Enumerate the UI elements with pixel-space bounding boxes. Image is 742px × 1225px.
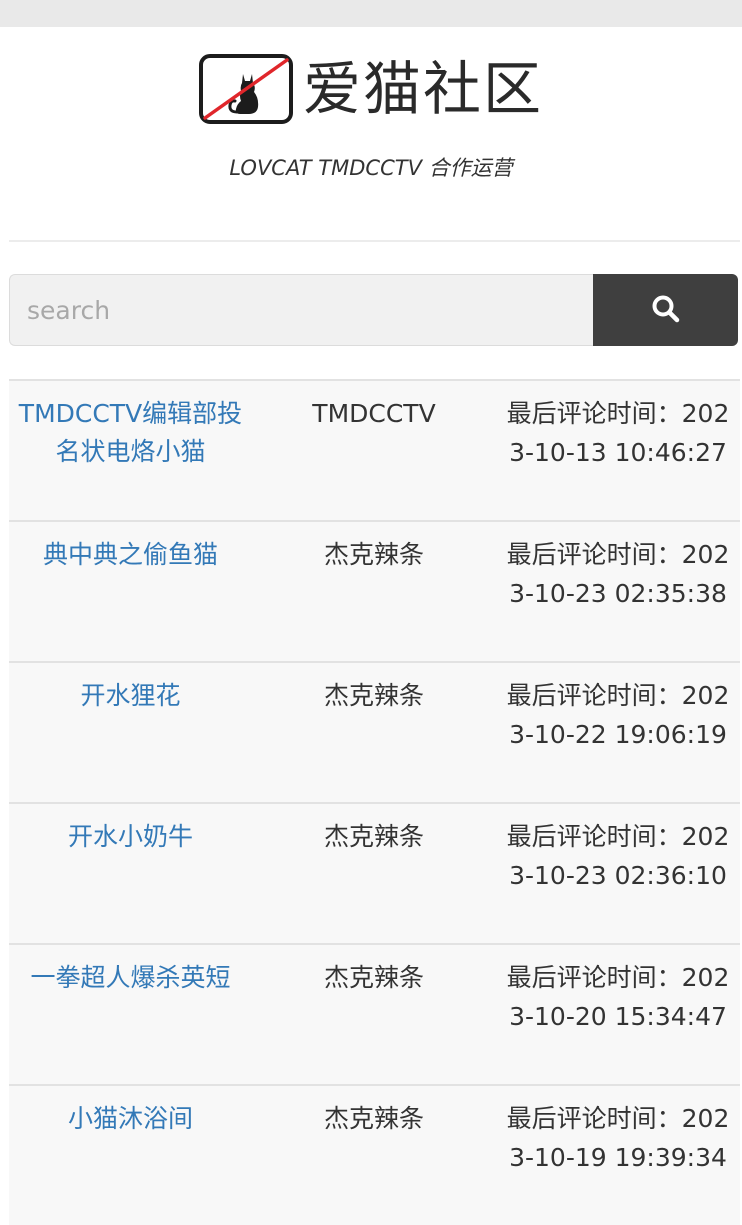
- table-row: 一拳超人爆杀英短 杰克辣条 最后评论时间：2023-10-20 15:34:47: [9, 943, 740, 1084]
- post-last-comment-time: 最后评论时间：2023-10-23 02:35:38: [506, 540, 730, 608]
- search-input[interactable]: [9, 274, 593, 346]
- post-last-comment-time: 最后评论时间：2023-10-22 19:06:19: [506, 681, 730, 749]
- table-row: 典中典之偷鱼猫 杰克辣条 最后评论时间：2023-10-23 02:35:38: [9, 520, 740, 661]
- site-name: 爱猫社区: [302, 55, 543, 123]
- post-author: 杰克辣条: [323, 1104, 424, 1133]
- post-last-comment-time: 最后评论时间：2023-10-19 19:39:34: [506, 1104, 730, 1172]
- post-author: TMDCCTV: [312, 399, 436, 428]
- header-divider: [9, 240, 740, 242]
- site-logo[interactable]: 爱猫社区: [0, 49, 742, 129]
- search-bar: [9, 274, 738, 346]
- site-tagline: LOVCAT TMDCCTV 合作运营: [229, 156, 513, 180]
- post-title-link[interactable]: 小猫沐浴间: [9, 1100, 252, 1138]
- no-cat-sign-icon: [198, 54, 293, 124]
- table-row: 小猫沐浴间 杰克辣条 最后评论时间：2023-10-19 19:39:34: [9, 1084, 740, 1225]
- post-table: TMDCCTV编辑部投名状电烙小猫 TMDCCTV 最后评论时间：2023-10…: [9, 379, 740, 1225]
- post-title-link[interactable]: TMDCCTV编辑部投名状电烙小猫: [9, 395, 252, 471]
- post-author: 杰克辣条: [323, 963, 424, 992]
- table-row: 开水狸花 杰克辣条 最后评论时间：2023-10-22 19:06:19: [9, 661, 740, 802]
- post-title-link[interactable]: 典中典之偷鱼猫: [9, 536, 252, 574]
- table-row: TMDCCTV编辑部投名状电烙小猫 TMDCCTV 最后评论时间：2023-10…: [9, 379, 740, 520]
- post-last-comment-time: 最后评论时间：2023-10-20 15:34:47: [506, 963, 730, 1031]
- post-author: 杰克辣条: [323, 822, 424, 851]
- post-title-link[interactable]: 一拳超人爆杀英短: [9, 959, 252, 997]
- post-author: 杰克辣条: [323, 540, 424, 569]
- search-icon: [651, 294, 681, 327]
- post-last-comment-time: 最后评论时间：2023-10-23 02:36:10: [506, 822, 730, 890]
- post-author: 杰克辣条: [323, 681, 424, 710]
- search-button[interactable]: [593, 274, 738, 346]
- top-status-strip: [0, 0, 742, 27]
- post-title-link[interactable]: 开水小奶牛: [9, 818, 252, 856]
- post-title-link[interactable]: 开水狸花: [9, 677, 252, 715]
- table-row: 开水小奶牛 杰克辣条 最后评论时间：2023-10-23 02:36:10: [9, 802, 740, 943]
- post-last-comment-time: 最后评论时间：2023-10-13 10:46:27: [506, 399, 730, 467]
